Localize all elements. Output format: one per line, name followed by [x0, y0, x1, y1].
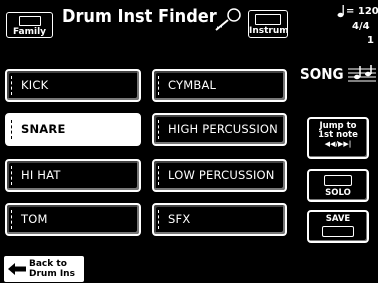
- jump-to-first-note-button[interactable]: Jump to 1st note ◀◀/▶▶|: [307, 117, 369, 159]
- instrument-snare-button[interactable]: SNARE: [5, 113, 141, 146]
- back-label-line2: Drum Ins: [29, 269, 75, 279]
- instrument-low-percussion-button[interactable]: LOW PERCUSSION: [152, 159, 287, 192]
- solo-indicator: [324, 175, 352, 186]
- solo-label: SOLO: [325, 188, 351, 198]
- instrum-icon: [255, 14, 281, 25]
- song-staff-icon: [348, 65, 376, 82]
- instrument-high-percussion-button[interactable]: HIGH PERCUSSION: [152, 113, 287, 146]
- jump-arrows-icon: ◀◀/▶▶|: [324, 139, 352, 148]
- save-disk-icon: [322, 225, 354, 237]
- instrument-hihat-button[interactable]: HI HAT: [5, 159, 141, 192]
- back-to-drum-ins-button[interactable]: Back to Drum Ins: [4, 256, 84, 282]
- page-title: Drum Inst Finder: [62, 6, 217, 27]
- family-icon: [18, 16, 41, 26]
- back-arrow-icon: [8, 263, 26, 275]
- instrument-cymbal-button[interactable]: CYMBAL: [152, 69, 287, 102]
- instrum-button[interactable]: Instrum: [248, 10, 289, 38]
- instrument-kick-button[interactable]: KICK: [5, 69, 141, 102]
- instrument-tom-button[interactable]: TOM: [5, 203, 141, 236]
- save-button[interactable]: SAVE: [307, 210, 369, 243]
- family-button-label: Family: [12, 27, 47, 37]
- back-label-line1: Back to: [29, 259, 67, 269]
- jump-label-line2: 1st note: [318, 129, 358, 140]
- magnifier-icon: [215, 8, 241, 31]
- measure-number: 1: [367, 35, 374, 46]
- family-button[interactable]: Family: [6, 12, 53, 38]
- instrum-button-label: Instrum: [249, 26, 289, 36]
- song-label: SONG: [300, 65, 344, 83]
- tempo-value: = 120: [346, 6, 378, 17]
- solo-button[interactable]: SOLO: [307, 169, 369, 202]
- instrument-sfx-button[interactable]: SFX: [152, 203, 287, 236]
- time-signature: 4/4: [352, 21, 370, 32]
- save-label: SAVE: [325, 214, 351, 224]
